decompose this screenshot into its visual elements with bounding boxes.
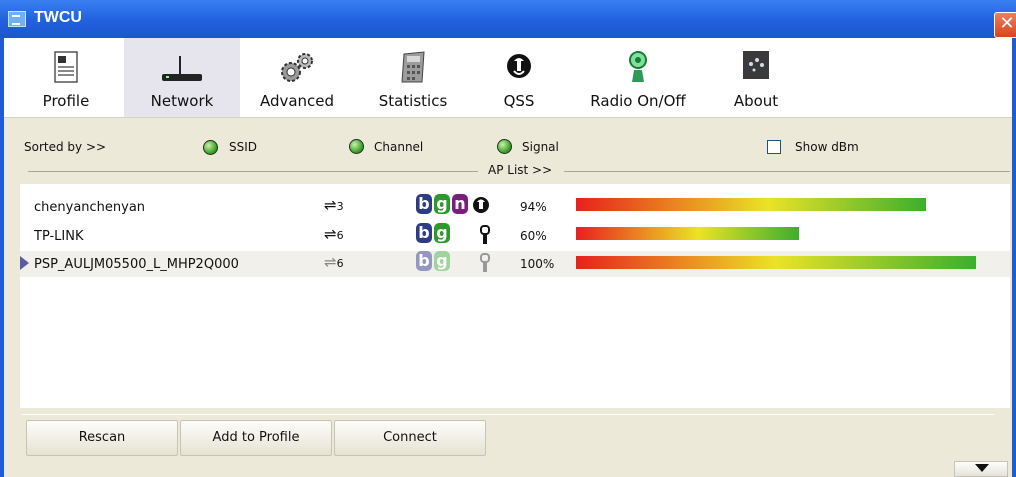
divider — [28, 171, 478, 172]
router-icon — [162, 56, 202, 81]
gears-icon — [281, 53, 313, 82]
window-frame-right — [1012, 38, 1016, 477]
ap-ssid: TP-LINK — [34, 229, 84, 244]
signal-bar — [576, 227, 799, 240]
tab-radio-label: Radio On/Off — [590, 92, 686, 110]
tab-qss-label: QSS — [503, 92, 535, 110]
show-dbm-checkbox[interactable] — [767, 140, 781, 154]
signal-fill — [576, 256, 976, 269]
ap-row[interactable]: TP-LINK ⇌6 b g 60% — [20, 223, 1010, 247]
mode-g-badge: g — [434, 194, 450, 214]
tab-about-label: About — [733, 92, 779, 110]
calculator-icon — [401, 51, 425, 83]
ap-channel: 6 — [336, 257, 344, 270]
wps-icon — [473, 197, 489, 213]
tab-statistics-label: Statistics — [378, 92, 448, 110]
channel-icon: ⇌3 — [324, 196, 344, 214]
qss-icon — [507, 54, 531, 78]
add-to-profile-button[interactable]: Add to Profile — [180, 420, 332, 456]
tab-statistics[interactable]: Statistics — [366, 38, 460, 117]
mode-n-badge: n — [452, 194, 468, 214]
ap-list-label: AP List >> — [488, 163, 553, 177]
channel-icon: ⇌6 — [324, 225, 344, 243]
ap-signal-percent: 94% — [520, 200, 547, 214]
ap-channel: 6 — [336, 229, 344, 242]
divider — [22, 414, 994, 415]
network-panel: Sorted by >> SSID Channel Signal Show dB… — [4, 118, 1012, 477]
tab-advanced[interactable]: Advanced — [250, 38, 344, 117]
title-bar: TWCU ✕ — [0, 0, 1016, 38]
sorted-by-label: Sorted by >> — [24, 140, 107, 154]
tab-qss[interactable]: QSS — [494, 38, 544, 117]
ap-row[interactable]: chenyanchenyan ⇌3 b g n 94% — [20, 194, 1010, 218]
tab-radio-on-off[interactable]: Radio On/Off — [578, 38, 698, 117]
mode-g-badge: g — [434, 223, 450, 243]
ap-channel: 3 — [336, 200, 344, 213]
close-button[interactable]: ✕ — [994, 12, 1016, 38]
signal-bar — [576, 256, 976, 269]
sort-channel-label: Channel — [374, 140, 424, 154]
signal-fill — [576, 198, 926, 211]
ap-row-selected[interactable]: PSP_AULJM05500_L_MHP2Q000 ⇌6 b g 100% — [20, 251, 1010, 277]
lock-icon — [480, 225, 490, 244]
profile-icon — [54, 51, 78, 83]
tab-network[interactable]: Network — [124, 38, 240, 117]
lock-icon — [480, 253, 490, 272]
window-title: TWCU — [34, 9, 82, 26]
signal-fill — [576, 227, 799, 240]
ap-signal-percent: 100% — [520, 257, 555, 271]
tab-about[interactable]: About — [728, 38, 784, 117]
expand-down-button[interactable] — [954, 461, 1008, 477]
mode-b-badge: b — [416, 223, 432, 243]
tab-network-label: Network — [150, 92, 214, 110]
sort-ssid-radio[interactable] — [203, 140, 218, 155]
sort-ssid-label: SSID — [229, 140, 258, 154]
mode-b-badge: b — [416, 194, 432, 214]
selected-row-arrow-icon — [20, 256, 29, 270]
tab-profile-label: Profile — [42, 92, 90, 110]
show-dbm-label: Show dBm — [795, 140, 859, 154]
radio-antenna-icon — [629, 51, 647, 82]
channel-icon: ⇌6 — [324, 253, 344, 271]
ap-signal-percent: 60% — [520, 229, 547, 243]
mode-g-badge: g — [434, 251, 450, 271]
signal-bar — [576, 198, 926, 211]
tab-advanced-label: Advanced — [259, 92, 335, 110]
about-icon — [743, 51, 769, 79]
rescan-button[interactable]: Rescan — [26, 420, 178, 456]
app-icon — [8, 11, 26, 27]
connect-button[interactable]: Connect — [334, 420, 486, 456]
ap-list[interactable]: chenyanchenyan ⇌3 b g n 94% TP-LINK ⇌6 b… — [20, 184, 1010, 408]
ap-ssid: PSP_AULJM05500_L_MHP2Q000 — [34, 257, 239, 272]
tab-profile[interactable]: Profile — [24, 38, 108, 117]
sort-channel-radio[interactable] — [349, 139, 364, 154]
sort-signal-radio[interactable] — [497, 139, 512, 154]
ap-ssid: chenyanchenyan — [34, 200, 146, 215]
mode-b-badge: b — [416, 251, 432, 271]
sort-bar: Sorted by >> SSID Channel Signal Show dB… — [4, 118, 1012, 158]
divider — [564, 171, 1010, 172]
toolbar: Profile Network Advanced Statistics QSS … — [4, 38, 1012, 118]
sort-signal-label: Signal — [522, 140, 559, 154]
